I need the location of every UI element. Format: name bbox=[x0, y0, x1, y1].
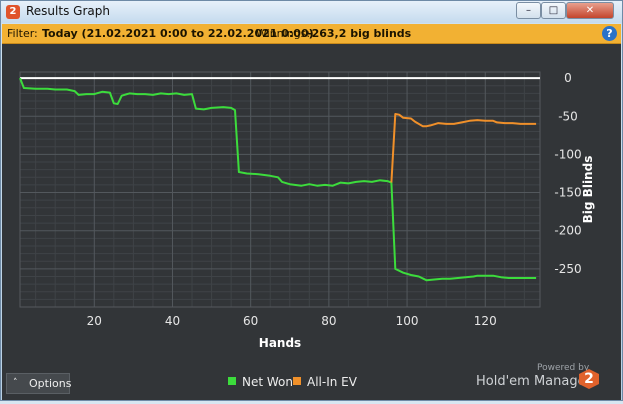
y-tick-label: -250 bbox=[554, 262, 581, 276]
help-icon[interactable]: ? bbox=[602, 26, 617, 41]
window-title: Results Graph bbox=[26, 4, 110, 18]
options-button[interactable]: ˄ Options bbox=[6, 373, 72, 394]
filter-label: Filter: bbox=[7, 27, 38, 40]
y-tick-label: -50 bbox=[558, 109, 578, 123]
plot-border bbox=[19, 71, 541, 308]
net-won-swatch bbox=[228, 377, 236, 385]
holdem-manager-app-icon: 2 bbox=[6, 5, 20, 19]
close-button[interactable]: ✕ bbox=[566, 2, 614, 19]
y-tick-label: -200 bbox=[554, 224, 581, 238]
x-tick-label: 20 bbox=[87, 314, 102, 328]
legend-item-net-won[interactable]: Net Won bbox=[228, 375, 293, 389]
y-axis-title: Big Blinds bbox=[581, 156, 595, 224]
legend-item-all-in-ev[interactable]: All-In EV bbox=[293, 375, 357, 389]
legend-label-all-in-ev: All-In EV bbox=[307, 375, 357, 389]
results-graph-window: 2 Results Graph – □ ✕ Filter: Today (21.… bbox=[0, 0, 623, 401]
brand-name: Hold'em Manager bbox=[476, 374, 591, 389]
winnings-label: Winnings: bbox=[256, 27, 311, 40]
filter-bar: Filter: Today (21.02.2021 0:00 to 22.02.… bbox=[2, 24, 621, 44]
results-line-chart: 20 40 60 80 100 120 0 -50 -100 -150 -200 -250 Hands B… bbox=[19, 71, 595, 350]
x-tick-label: 80 bbox=[321, 314, 336, 328]
y-tick-label: 0 bbox=[564, 71, 572, 85]
chart-panel: 20 40 60 80 100 120 0 -50 -100 -150 -200 -250 Hands B… bbox=[2, 44, 621, 400]
x-tick-label: 60 bbox=[243, 314, 258, 328]
y-tick-label: -100 bbox=[554, 147, 581, 161]
x-axis-title: Hands bbox=[259, 336, 301, 350]
minimize-button[interactable]: – bbox=[516, 2, 541, 19]
powered-by-text: Powered by bbox=[537, 363, 590, 373]
winnings-value: -263,2 big blinds bbox=[307, 27, 412, 40]
x-tick-label: 100 bbox=[396, 314, 419, 328]
maximize-button[interactable]: □ bbox=[541, 2, 566, 19]
options-label: Options bbox=[29, 377, 72, 390]
chevron-up-icon: ˄ bbox=[13, 378, 18, 388]
legend-label-net-won: Net Won bbox=[242, 375, 293, 389]
all-in-ev-swatch bbox=[293, 377, 301, 385]
title-bar[interactable]: 2 Results Graph – □ ✕ bbox=[1, 1, 622, 23]
y-tick-label: -150 bbox=[554, 186, 581, 200]
x-tick-label: 120 bbox=[474, 314, 497, 328]
x-tick-label: 40 bbox=[165, 314, 180, 328]
